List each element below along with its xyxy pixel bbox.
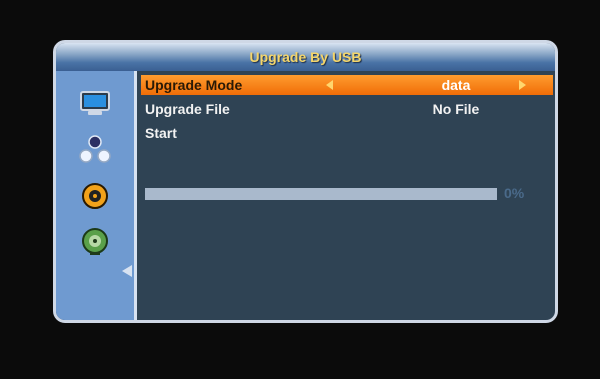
upgrade-file-value[interactable]: No File [396, 99, 516, 119]
start-label[interactable]: Start [145, 123, 177, 143]
arrow-left-icon[interactable] [326, 80, 333, 90]
selected-indicator-arrow [122, 265, 132, 277]
upgrade-file-label: Upgrade File [145, 101, 230, 117]
network-icon[interactable] [78, 135, 112, 165]
progress-fill [145, 188, 497, 200]
progress-bar [145, 188, 497, 200]
dialog-title: Upgrade By USB [56, 43, 555, 71]
upgrade-dialog: Upgrade By USB Upgrade Mode data Upgrade… [53, 40, 558, 323]
row-upgrade-mode[interactable]: Upgrade Mode data [141, 75, 553, 95]
sidebar [56, 71, 137, 320]
arrow-right-icon[interactable] [519, 80, 526, 90]
gear-icon[interactable] [78, 181, 112, 211]
upgrade-mode-label: Upgrade Mode [145, 77, 243, 93]
satellite-dish-icon[interactable] [78, 227, 112, 257]
row-upgrade-file[interactable]: Upgrade File No File [141, 99, 553, 119]
content-area: Upgrade Mode data Upgrade File No File S… [137, 71, 555, 320]
row-start[interactable]: Start [141, 123, 553, 143]
monitor-icon[interactable] [78, 89, 112, 119]
upgrade-mode-value[interactable]: data [396, 75, 516, 95]
progress-percentage: 0% [504, 185, 525, 201]
